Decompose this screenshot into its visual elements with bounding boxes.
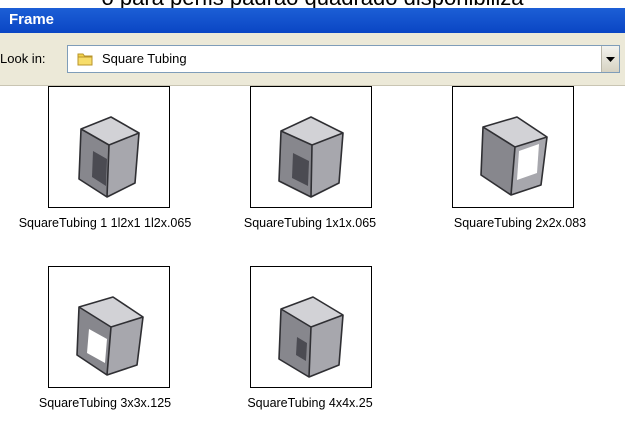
look-in-dropdown[interactable]: Square Tubing [67,45,620,73]
chevron-down-icon[interactable] [601,46,619,72]
file-name: SquareTubing 3x3x.125 [38,396,172,410]
file-item[interactable]: SquareTubing 1 1l2x1 1l2x.065 [0,86,210,241]
file-thumbnail-view: SquareTubing 1 1l2x1 1l2x.065 SquareTubi… [0,86,625,421]
file-item[interactable]: SquareTubing 1x1x.065 [210,86,410,241]
look-in-label: Look in: [0,51,46,66]
folder-icon [76,50,94,68]
look-in-toolbar: Look in: Square Tubing [0,33,625,86]
square-tube-icon [250,266,372,388]
file-item[interactable]: SquareTubing 3x3x.125 [0,266,210,421]
top-caption-fragment: o para perfis padrão quadrado disponibil… [0,0,625,8]
look-in-selected-folder: Square Tubing [102,51,187,66]
file-item[interactable]: SquareTubing 2x2x.083 [420,86,620,241]
square-tube-icon [250,86,372,208]
window-title: Frame [9,11,55,28]
square-tube-icon [48,266,170,388]
file-name: SquareTubing 1x1x.065 [243,216,377,230]
window-titlebar[interactable]: Frame [0,8,625,33]
square-tube-icon [48,86,170,208]
file-item[interactable]: SquareTubing 4x4x.25 [210,266,410,421]
square-tube-icon [452,86,574,208]
file-name: SquareTubing 4x4x.25 [247,396,373,410]
file-name: SquareTubing 2x2x.083 [453,216,587,230]
file-name: SquareTubing 1 1l2x1 1l2x.065 [18,216,192,230]
caption-text: o para perfis padrão quadrado disponibil… [0,0,625,8]
